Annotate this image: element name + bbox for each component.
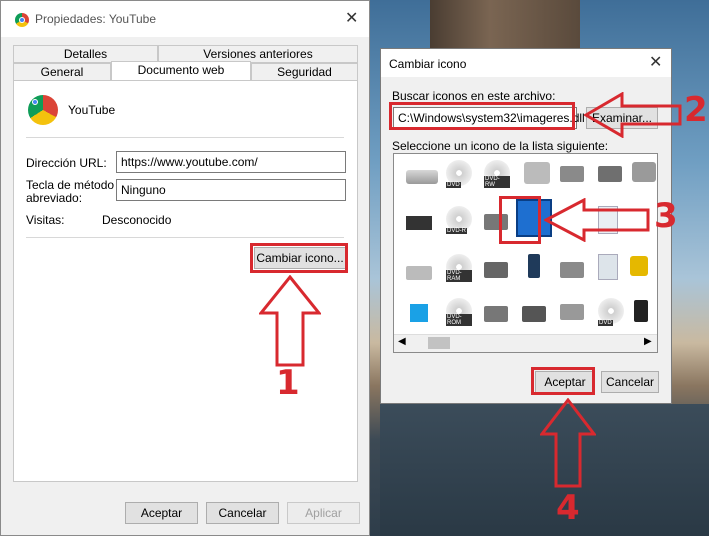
window-title: Propiedades: YouTube [35, 12, 156, 26]
separator-2 [26, 237, 344, 238]
memory-chip-icon[interactable] [406, 216, 432, 230]
annotation-arrow-up-1 [259, 275, 321, 367]
scroll-left-icon[interactable]: ◀ [398, 336, 406, 347]
drive-icon[interactable] [406, 170, 438, 184]
shortcut-label-2: abreviado: [26, 191, 83, 205]
close-icon[interactable]: ✕ [345, 11, 358, 27]
annotation-box-4 [531, 367, 595, 395]
tab-documento-web[interactable]: Documento web [111, 61, 251, 81]
tab-general[interactable]: General [13, 63, 111, 81]
annotation-arrow-left-3 [544, 198, 650, 242]
visits-label: Visitas: [26, 213, 65, 227]
annotation-number-3: 3 [654, 196, 678, 236]
titlebar: Cambiar icono ✕ [381, 49, 671, 77]
dvd-ram-icon[interactable]: DVD-RAM [446, 254, 472, 282]
recycle-bin-full-icon[interactable] [598, 254, 618, 280]
annotation-number-4: 4 [556, 488, 580, 528]
annotation-arrow-up-4 [540, 398, 596, 488]
drive-check-icon[interactable] [560, 166, 584, 182]
drive-icon-4[interactable] [406, 266, 432, 280]
disc-label: DVD [446, 182, 461, 188]
annotation-number-2: 2 [684, 90, 708, 130]
tab-seguridad[interactable]: Seguridad [251, 63, 358, 81]
dvd-icon-2[interactable]: DVD [598, 298, 624, 326]
memory-card-icon[interactable] [634, 300, 648, 322]
phone-icon[interactable] [528, 254, 540, 278]
dvd-r-icon[interactable]: DVD-R [446, 206, 472, 234]
scroll-right-icon[interactable]: ▶ [644, 336, 652, 347]
close-icon[interactable]: ✕ [649, 55, 662, 71]
network-drive-check-icon[interactable] [522, 306, 546, 322]
chrome-icon [15, 13, 29, 27]
annotation-number-1: 1 [276, 363, 300, 403]
properties-dialog: Propiedades: YouTube ✕ Detalles Versione… [0, 0, 370, 536]
visits-value: Desconocido [102, 213, 172, 227]
lock-icon[interactable] [630, 256, 648, 276]
disc-label: DVD-R [446, 228, 467, 234]
disc-label: DVD-ROM [446, 314, 472, 326]
disc-label: DVD [598, 320, 613, 326]
dvd-rw-icon[interactable]: DVD-RW [484, 160, 510, 188]
cancel-button[interactable]: Cancelar [206, 502, 279, 524]
shortcut-field[interactable]: Ninguno [116, 179, 346, 201]
printer-icon[interactable] [560, 262, 584, 278]
annotation-arrow-left-2 [584, 92, 682, 138]
url-field[interactable]: https://www.youtube.com/ [116, 151, 346, 173]
windows-icon[interactable] [410, 304, 428, 322]
url-label: Dirección URL: [26, 156, 107, 170]
disc-label: DVD-RAM [446, 270, 472, 282]
horizontal-scrollbar[interactable]: ◀ ▶ [394, 334, 657, 352]
ok-button[interactable]: Aceptar [125, 502, 198, 524]
dvd-icon[interactable]: DVD [446, 160, 472, 188]
dialog-title: Cambiar icono [389, 57, 467, 71]
network-printer-icon[interactable] [524, 162, 550, 184]
annotation-box-2 [389, 102, 575, 130]
drive-icon-5[interactable] [484, 306, 508, 322]
usb-drive-icon[interactable] [484, 262, 508, 278]
separator [26, 137, 344, 138]
drive-icon-2[interactable] [598, 166, 622, 182]
apply-button[interactable]: Aplicar [287, 502, 360, 524]
app-name: YouTube [68, 103, 116, 117]
camera-icon[interactable] [632, 162, 656, 182]
list-label: Seleccione un icono de la lista siguient… [392, 139, 609, 153]
dvd-rom-icon[interactable]: DVD-ROM [446, 298, 472, 326]
icon-list[interactable]: DVD DVD-RW DVD-R DVD-RAM DVD-ROM DVD ◀ ▶ [393, 153, 658, 353]
chrome-icon [28, 95, 58, 125]
shortcut-label-1: Tecla de método [26, 178, 115, 192]
search-label: Buscar iconos en este archivo: [392, 89, 556, 103]
annotation-box-1 [250, 243, 348, 273]
annotation-box-3 [499, 196, 541, 244]
disc-label: DVD-RW [484, 176, 510, 188]
titlebar: Propiedades: YouTube ✕ [1, 1, 369, 37]
floppy-icon[interactable] [560, 304, 584, 320]
cancel-button[interactable]: Cancelar [601, 371, 659, 393]
scrollbar-thumb[interactable] [428, 337, 450, 349]
